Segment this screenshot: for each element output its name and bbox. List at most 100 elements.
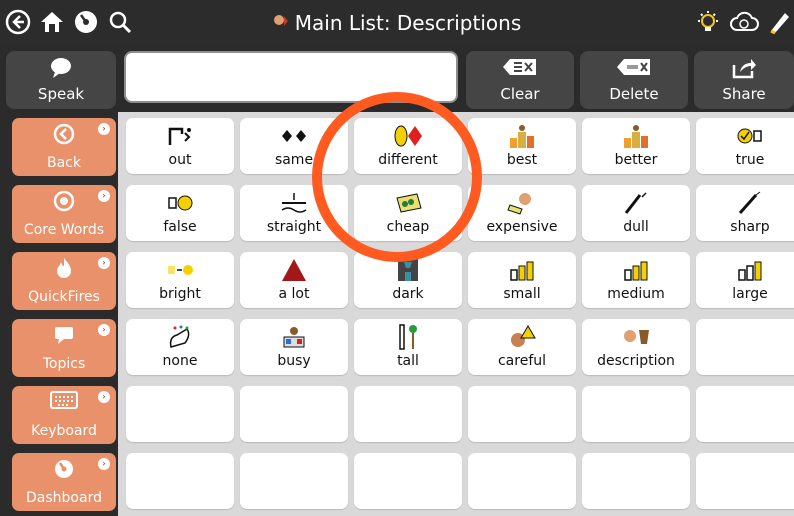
sidebar-item-back[interactable]: › Back [12,118,116,176]
word-grid: out same different best better true fals… [118,112,794,516]
word-empty[interactable] [468,386,576,442]
sharp-symbol-icon [696,191,794,215]
medium-symbol-icon [582,258,690,282]
word-true[interactable]: true [696,118,794,174]
home-icon[interactable] [36,6,68,38]
expensive-symbol-icon [468,191,576,215]
straight-symbol-icon [240,191,348,215]
word-empty[interactable] [126,453,234,509]
description-symbol-icon [582,325,690,349]
word-empty[interactable] [240,453,348,509]
best-symbol-icon [468,124,576,148]
word-large[interactable]: large [696,252,794,308]
sidebar-label: Dashboard [26,490,102,506]
sidebar-item-topics[interactable]: › Topics [12,319,116,377]
word-best[interactable]: best [468,118,576,174]
lightbulb-icon[interactable] [692,6,724,38]
word-none[interactable]: none [126,319,234,375]
open-indicator-icon: › [98,458,110,470]
careful-symbol-icon [468,325,576,349]
delete-icon [580,57,688,77]
same-symbol-icon [240,124,348,148]
top-bar: Main List: Descriptions [0,0,794,46]
sidebar-label: Back [47,155,81,171]
different-symbol-icon [354,124,462,148]
speak-label: Speak [37,85,85,103]
word-better[interactable]: better [582,118,690,174]
clear-label: Clear [500,85,540,103]
sidebar-label: Topics [42,356,86,372]
word-out[interactable]: out [126,118,234,174]
speak-button[interactable]: Speak [6,51,116,109]
word-a-lot[interactable]: a lot [240,252,348,308]
word-dark[interactable]: dark [354,252,462,308]
word-false[interactable]: false [126,185,234,241]
share-icon [694,57,794,79]
word-empty[interactable] [240,386,348,442]
dashboard-icon[interactable] [70,6,102,38]
open-indicator-icon: › [98,257,110,269]
dark-symbol-icon [354,258,462,282]
sidebar-item-keyboard[interactable]: › Keyboard [12,386,116,444]
better-symbol-icon [582,124,690,148]
back-arrow-icon[interactable] [2,6,34,38]
delete-label: Delete [609,85,659,103]
page-symbol-icon [273,13,289,33]
clear-button[interactable]: Clear [466,51,574,109]
share-button[interactable]: Share [694,51,794,109]
tall-symbol-icon [354,324,462,350]
word-description[interactable]: description [582,319,690,375]
delete-button[interactable]: Delete [580,51,688,109]
word-careful[interactable]: careful [468,319,576,375]
word-straight[interactable]: straight [240,185,348,241]
true-symbol-icon [696,124,794,148]
word-different[interactable]: different [354,118,462,174]
word-empty[interactable] [582,386,690,442]
clear-icon [466,57,574,77]
edit-tools-icon[interactable] [764,6,794,38]
word-empty[interactable] [468,453,576,509]
large-symbol-icon [696,258,794,282]
page-title-text: Main List: Descriptions [294,11,522,35]
open-indicator-icon: › [98,190,110,202]
none-symbol-icon [126,325,234,349]
word-medium[interactable]: medium [582,252,690,308]
word-empty[interactable] [696,386,794,442]
sidebar-label: Keyboard [31,423,97,439]
word-empty[interactable] [354,386,462,442]
share-label: Share [722,85,766,103]
word-tall[interactable]: tall [354,319,462,375]
word-dull[interactable]: dull [582,185,690,241]
word-empty[interactable] [354,453,462,509]
word-empty[interactable] [696,319,794,375]
open-indicator-icon: › [98,324,110,336]
sidebar-item-dashboard[interactable]: › Dashboard [12,453,116,511]
search-icon[interactable] [104,6,136,38]
busy-symbol-icon [240,325,348,349]
sync-cloud-icon[interactable] [728,6,760,38]
word-bright[interactable]: bright [126,252,234,308]
word-small[interactable]: small [468,252,576,308]
a-lot-symbol-icon [240,258,348,282]
word-sharp[interactable]: sharp [696,185,794,241]
bright-symbol-icon [126,258,234,282]
word-busy[interactable]: busy [240,319,348,375]
sidebar-item-core-words[interactable]: › Core Words [12,185,116,243]
word-empty[interactable] [582,453,690,509]
word-empty[interactable] [696,453,794,509]
false-symbol-icon [126,191,234,215]
open-indicator-icon: › [98,391,110,403]
sidebar-label: QuickFires [28,289,100,305]
speech-bubble-icon [6,57,116,79]
word-expensive[interactable]: expensive [468,185,576,241]
cheap-symbol-icon [354,191,462,215]
word-same[interactable]: same [240,118,348,174]
sidebar-label: Core Words [23,222,105,238]
message-bar[interactable] [124,51,458,103]
open-indicator-icon: › [98,123,110,135]
sidebar: › Back › Core Words › QuickFires › Topic… [0,112,122,516]
dull-symbol-icon [582,191,690,215]
word-empty[interactable] [126,386,234,442]
word-cheap[interactable]: cheap [354,185,462,241]
sidebar-item-quickfires[interactable]: › QuickFires [12,252,116,310]
